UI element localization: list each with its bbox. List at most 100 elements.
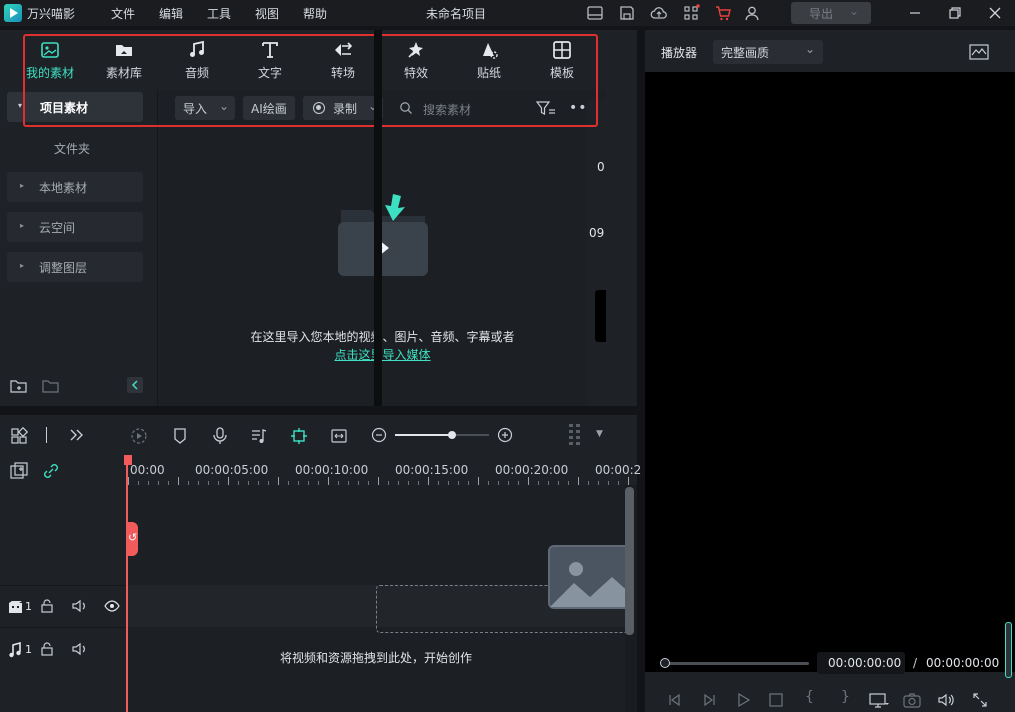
cloud-upload-icon[interactable] xyxy=(650,4,668,22)
speaker-icon[interactable] xyxy=(72,642,88,656)
menu-help[interactable]: 帮助 xyxy=(303,5,327,22)
chevron-down-icon: ⌄ xyxy=(805,42,816,56)
sidebar-item-cloud[interactable]: ▸ 云空间 xyxy=(7,212,143,242)
playhead[interactable] xyxy=(126,455,128,712)
timeline-density-icon[interactable] xyxy=(567,423,583,447)
restore-icon[interactable] xyxy=(946,4,964,22)
next-frame-icon[interactable] xyxy=(701,692,717,708)
add-track-icon[interactable] xyxy=(10,462,28,480)
time-ruler[interactable]: 00:00 00:00:05:00 00:00:10:00 00:00:15:0… xyxy=(128,455,641,485)
cart-icon[interactable] xyxy=(714,4,732,22)
lock-icon[interactable] xyxy=(40,599,54,613)
project-title: 未命名项目 xyxy=(426,7,487,21)
partial-digit: 0 xyxy=(597,160,605,174)
waveform-monitor-icon[interactable] xyxy=(969,44,989,60)
player-volume-slider[interactable] xyxy=(1005,622,1012,678)
chevron-down-icon[interactable]: ⌄ xyxy=(849,4,859,18)
progress-handle[interactable] xyxy=(660,658,670,668)
caret-right-icon: ▸ xyxy=(20,181,25,190)
timeline-header-controls xyxy=(0,455,128,485)
empty-track-head xyxy=(0,485,128,585)
panel-divider[interactable] xyxy=(374,30,382,406)
sidebar-item-label: 云空间 xyxy=(39,221,76,235)
menu-edit[interactable]: 编辑 xyxy=(159,5,183,22)
collapse-sidebar-icon[interactable] xyxy=(127,377,143,393)
quality-select[interactable]: 完整画质 ⌄ xyxy=(713,40,823,64)
zoom-slider[interactable] xyxy=(395,431,489,439)
media-content: 导入 ⌄ AI绘画 录制 ⌄ 搜索素材 ••• xyxy=(159,90,606,406)
title-bar: 万兴喵影 文件 编辑 工具 视图 帮助 未命名项目 导出 ⌄ xyxy=(0,0,1015,26)
audio-track-lane[interactable] xyxy=(128,627,625,712)
highlight-box xyxy=(23,34,598,127)
volume-icon[interactable] xyxy=(937,692,955,708)
layout-switch-icon[interactable] xyxy=(10,427,28,445)
ruler-label: 00:00:20:00 xyxy=(495,463,569,477)
snapshot-camera-icon[interactable] xyxy=(903,692,921,708)
import-media-link[interactable]: 导入媒体 xyxy=(383,348,431,362)
expand-tools-icon[interactable] xyxy=(68,427,84,443)
ruler-label: 00:00 xyxy=(130,463,165,477)
marker-icon[interactable] xyxy=(172,427,188,445)
lock-icon[interactable] xyxy=(40,642,54,656)
video-track-head: 1 xyxy=(0,585,128,627)
microphone-icon[interactable] xyxy=(212,427,228,445)
user-account-icon[interactable] xyxy=(743,4,761,22)
timeline-scrollbar[interactable] xyxy=(625,487,634,635)
previous-frame-icon[interactable] xyxy=(667,692,683,708)
folder-label[interactable]: 文件夹 xyxy=(54,140,90,157)
time-separator: / xyxy=(913,656,918,670)
display-settings-icon[interactable] xyxy=(869,692,889,708)
overlapped-panel-edge: 0 09 xyxy=(587,100,606,406)
menu-view[interactable]: 视图 xyxy=(255,5,279,22)
zoom-out-icon[interactable] xyxy=(371,427,387,443)
fit-timeline-icon[interactable] xyxy=(330,427,348,445)
caret-right-icon: ▸ xyxy=(20,221,25,230)
player-panel: 播放器 完整画质 ⌄ 00:00:00:00 / 00:00:00:00 { } xyxy=(645,30,1015,712)
audio-music-icon[interactable] xyxy=(250,427,268,445)
minimize-icon[interactable] xyxy=(906,4,924,22)
new-folder-icon[interactable] xyxy=(10,378,28,394)
player-tab[interactable]: 播放器 xyxy=(661,44,697,61)
sidebar-item-adjustment-layer[interactable]: ▸ 调整图层 xyxy=(7,252,143,282)
stop-icon[interactable] xyxy=(768,692,784,708)
sidebar-item-label: 本地素材 xyxy=(39,181,88,195)
apps-grid-icon[interactable] xyxy=(682,4,700,22)
link-icon[interactable] xyxy=(42,462,60,480)
media-sidebar: ▾ 项目素材 文件夹 ▸ 本地素材 ▸ 云空间 ▸ 调整图层 xyxy=(0,90,158,406)
ruler-label: 00:00:15:00 xyxy=(395,463,469,477)
current-time: 00:00:00:00 xyxy=(828,656,902,670)
ruler-label: 00:00:10:00 xyxy=(295,463,369,477)
quality-label: 完整画质 xyxy=(721,46,770,60)
eye-icon[interactable] xyxy=(104,600,120,612)
audio-track-number: 1 xyxy=(25,643,32,656)
playback-progress[interactable] xyxy=(663,662,809,665)
fullscreen-icon[interactable] xyxy=(972,692,988,708)
media-panel: 我的素材 素材库 音频 文字 转场 特效 贴纸 模板 ▾ 项目素材 文件夹 ▸ … xyxy=(0,30,637,406)
video-track-icon xyxy=(8,600,24,614)
sidebar-item-local-media[interactable]: ▸ 本地素材 xyxy=(7,172,143,202)
import-folder-illustration-icon xyxy=(335,188,431,280)
layout-icon[interactable] xyxy=(586,4,604,22)
menu-tools[interactable]: 工具 xyxy=(207,5,231,22)
caret-down-icon[interactable]: ▼ xyxy=(596,429,603,439)
render-preview-icon[interactable] xyxy=(130,427,148,445)
zoom-slider-handle[interactable] xyxy=(448,431,456,439)
playhead-grab-handle[interactable]: ↺ xyxy=(126,522,138,556)
menu-file[interactable]: 文件 xyxy=(111,5,135,22)
mark-out-icon[interactable]: } xyxy=(841,689,850,705)
export-button[interactable]: 导出 ⌄ xyxy=(791,2,871,24)
close-icon[interactable] xyxy=(986,4,1004,22)
zoom-in-icon[interactable] xyxy=(497,427,513,443)
save-icon[interactable] xyxy=(618,4,636,22)
speaker-icon[interactable] xyxy=(72,599,88,613)
app-logo-icon xyxy=(4,4,22,22)
mark-in-icon[interactable]: { xyxy=(805,689,814,705)
current-time-field[interactable]: 00:00:00:00 xyxy=(817,652,905,674)
caret-right-icon: ▸ xyxy=(20,261,25,270)
timeline: 00:00 00:00:05:00 00:00:10:00 00:00:15:0… xyxy=(0,455,641,712)
folder-icon[interactable] xyxy=(42,378,60,394)
placeholder-image-icon xyxy=(548,545,634,609)
play-icon[interactable] xyxy=(735,692,751,708)
auto-ripple-icon[interactable] xyxy=(290,427,308,445)
playhead-top-handle[interactable] xyxy=(124,455,132,465)
